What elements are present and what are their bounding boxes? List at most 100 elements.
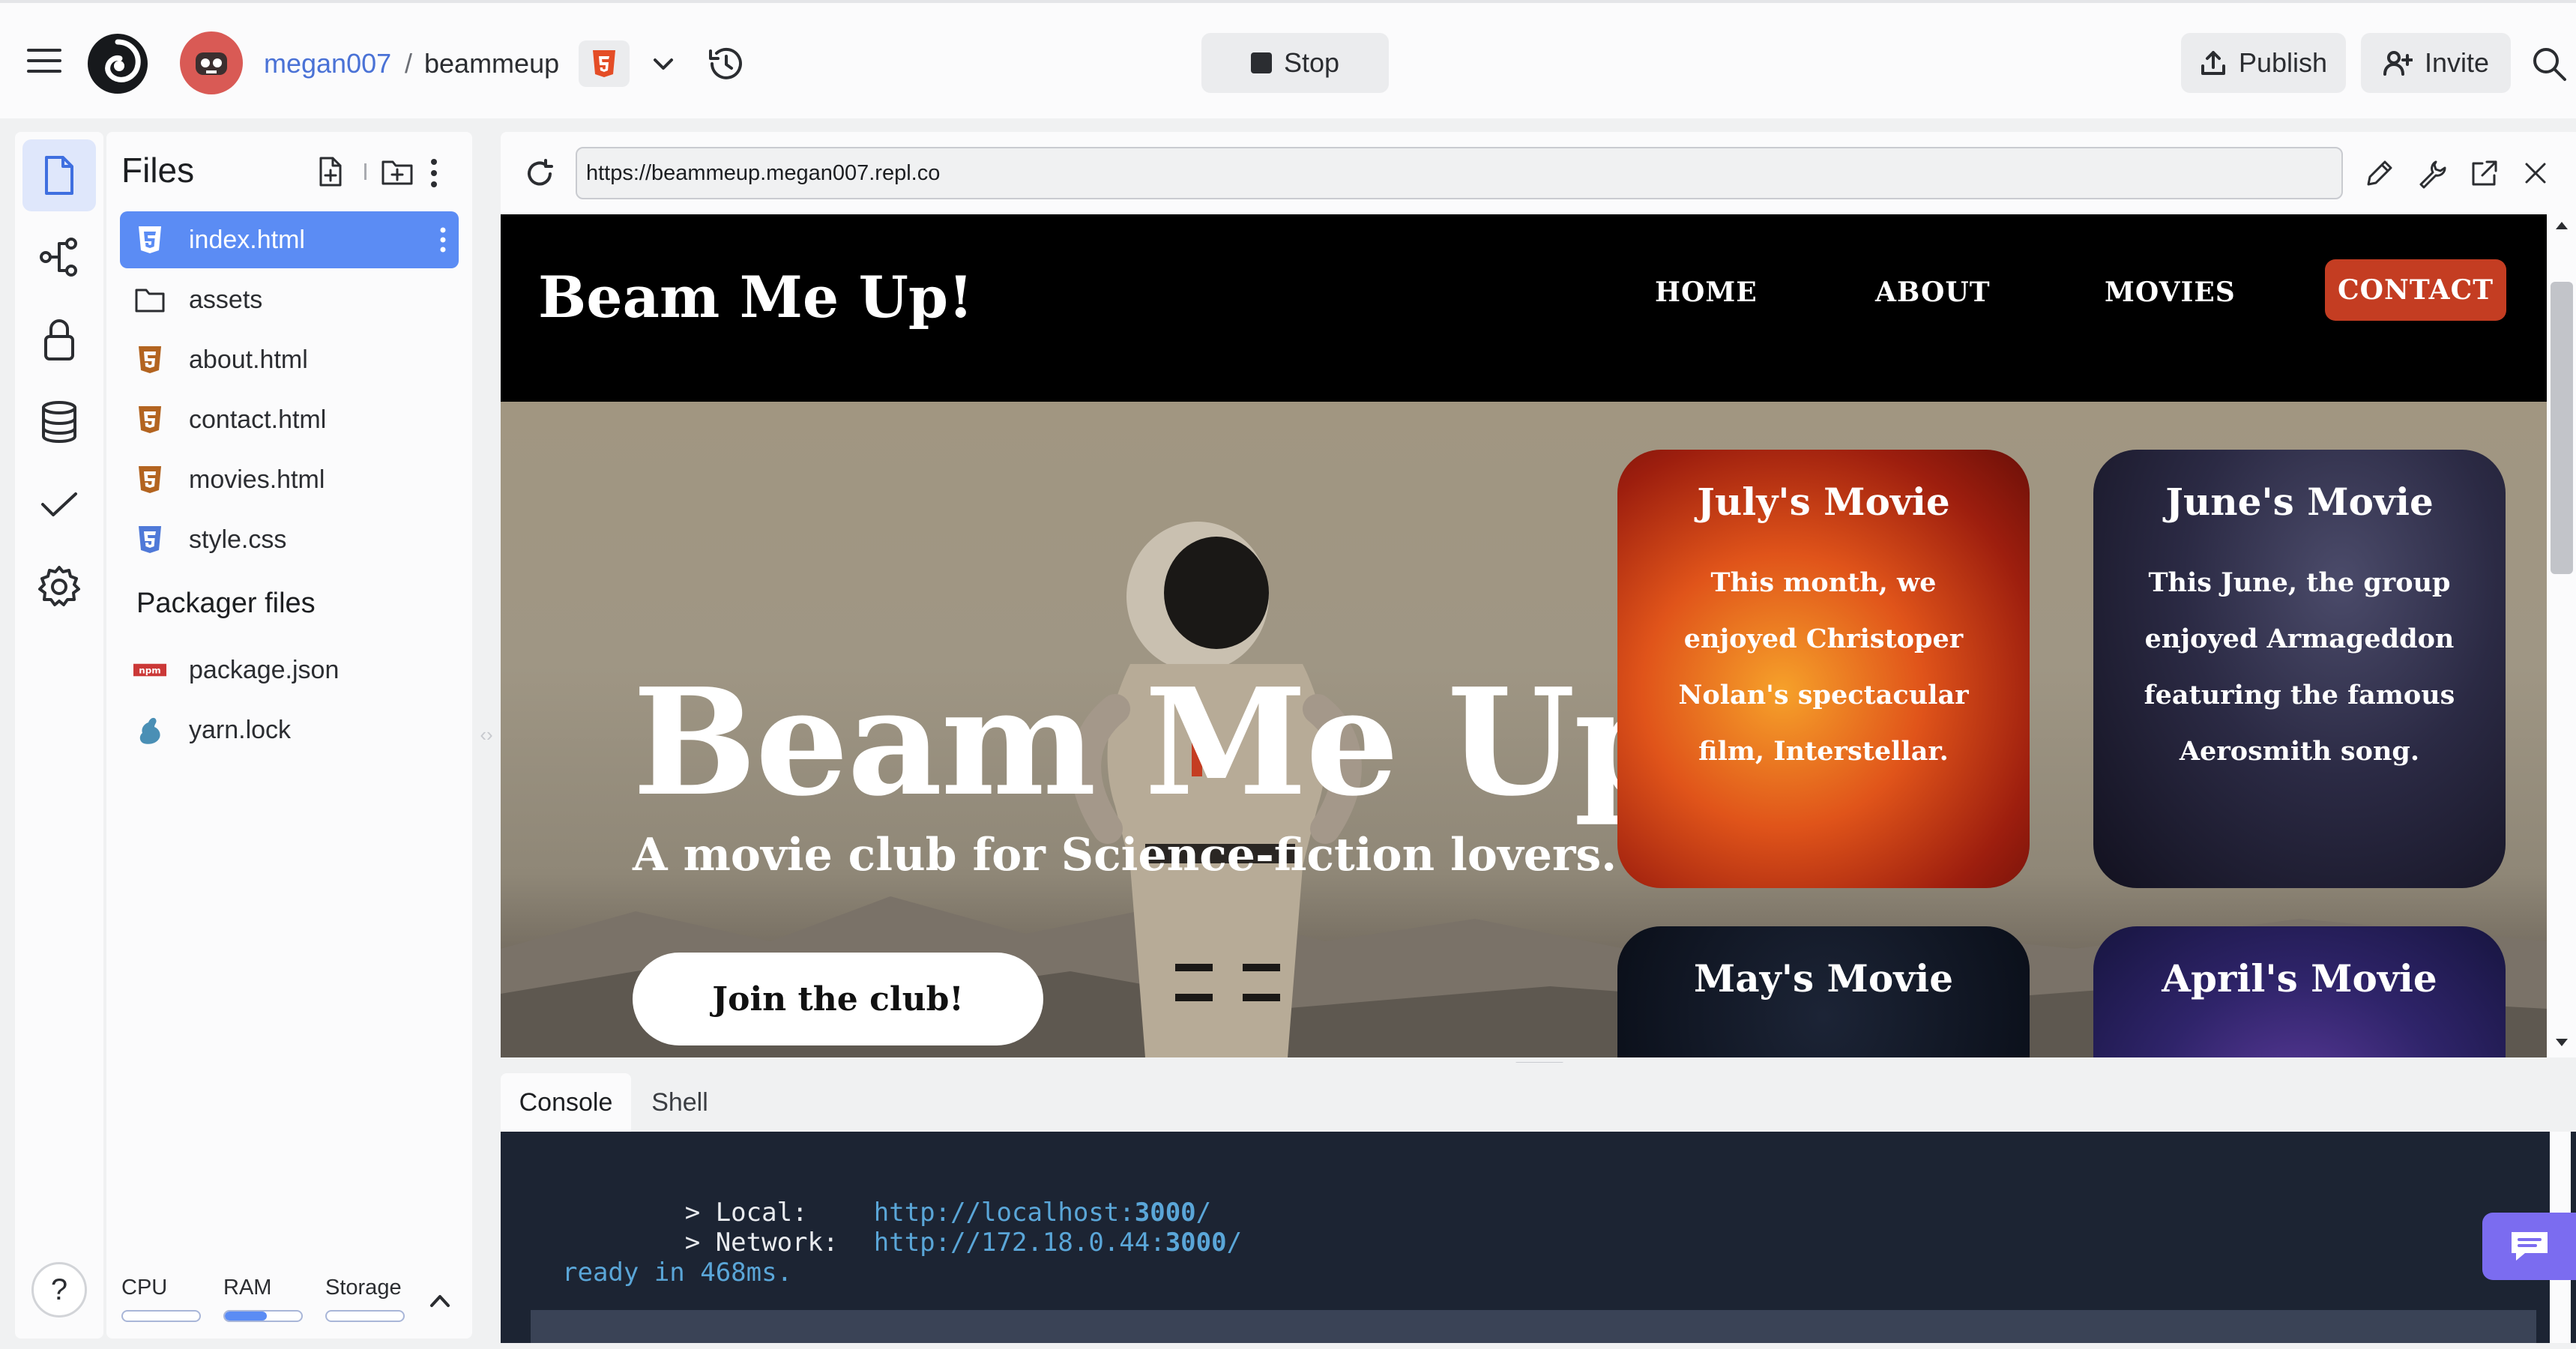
- replit-workspace: megan007 / beammeup Stop Publish Invite: [0, 0, 2576, 1349]
- css3-icon: [133, 523, 166, 556]
- hero-subtitle: A movie club for Science-fiction lovers.: [633, 829, 1617, 881]
- repl-name[interactable]: beammeup: [424, 48, 559, 79]
- network-url-prefix: http://172.18.0.44:: [873, 1228, 1165, 1258]
- files-title: Files: [121, 151, 195, 190]
- card-body-line: This month, we: [1710, 567, 1937, 598]
- nav-contact-button[interactable]: CONTACT: [2325, 259, 2506, 321]
- file-row-movies-html[interactable]: movies.html: [120, 451, 459, 508]
- chevron-up-icon[interactable]: [429, 1292, 451, 1310]
- card-body-line: Nolan's spectacular: [1678, 680, 1969, 710]
- movie-card-may[interactable]: May's Movie: [1617, 926, 2030, 1057]
- avatar[interactable]: [180, 31, 243, 94]
- help-button[interactable]: ?: [31, 1262, 87, 1318]
- file-row-contact-html[interactable]: contact.html: [120, 391, 459, 448]
- scroll-up-arrow-icon[interactable]: [2556, 222, 2568, 229]
- network-label: > Network:: [684, 1228, 839, 1258]
- file-row-index-html[interactable]: index.html: [120, 211, 459, 268]
- open-new-tab-icon[interactable]: [2469, 157, 2500, 189]
- console-input-line[interactable]: [531, 1310, 2536, 1343]
- devtools-wrench-icon[interactable]: [2416, 157, 2448, 189]
- replit-logo-icon[interactable]: [85, 31, 150, 96]
- scroll-down-arrow-icon[interactable]: [2556, 1039, 2568, 1046]
- file-row-assets[interactable]: assets: [120, 271, 459, 328]
- cpu-label: CPU: [121, 1276, 168, 1300]
- search-icon[interactable]: [2530, 45, 2568, 82]
- menu-icon[interactable]: [25, 46, 63, 75]
- checkmark-icon[interactable]: [36, 481, 82, 528]
- file-row-package-json[interactable]: npm package.json: [120, 642, 459, 698]
- join-club-button[interactable]: Join the club!: [633, 953, 1043, 1045]
- hero-title: Beam Me Up!: [633, 657, 1740, 829]
- lock-icon[interactable]: [36, 316, 82, 363]
- site-logo[interactable]: Beam Me Up!: [538, 264, 973, 331]
- hero-section: Beam Me Up! A movie club for Science-fic…: [501, 402, 2547, 1057]
- help-icon: ?: [50, 1273, 68, 1306]
- file-name: style.css: [189, 525, 287, 554]
- panel-resize-handle[interactable]: ‹›: [472, 719, 501, 749]
- chevron-down-icon[interactable]: [651, 52, 676, 75]
- url-input[interactable]: https://beammeup.megan007.repl.co: [576, 147, 2343, 199]
- html5-language-icon[interactable]: [579, 40, 630, 87]
- settings-gear-icon[interactable]: [36, 564, 82, 610]
- history-icon[interactable]: [706, 45, 746, 82]
- file-row-about-html[interactable]: about.html: [120, 331, 459, 388]
- file-row-yarn-lock[interactable]: yarn.lock: [120, 701, 459, 758]
- nav-home[interactable]: HOME: [1655, 277, 1758, 308]
- more-options-icon[interactable]: [429, 157, 439, 189]
- publish-button[interactable]: Publish: [2181, 33, 2346, 93]
- stop-label: Stop: [1283, 47, 1340, 78]
- storage-meter: [325, 1310, 405, 1322]
- chat-button[interactable]: [2482, 1213, 2576, 1280]
- git-branch-icon[interactable]: [36, 234, 82, 280]
- file-name: package.json: [189, 655, 340, 684]
- files-panel: Files index.html assets about.html conta…: [106, 132, 472, 1339]
- svg-text:npm: npm: [139, 666, 160, 676]
- upload-icon: [2201, 51, 2225, 75]
- publish-label: Publish: [2238, 47, 2328, 78]
- storage-label: Storage: [325, 1276, 402, 1300]
- console-line-ready: ready in 468ms.: [562, 1258, 793, 1288]
- owner-link[interactable]: megan007: [264, 48, 391, 79]
- ram-meter: [223, 1310, 303, 1322]
- html5-icon: [133, 343, 166, 376]
- card-body-line: enjoyed Christoper: [1683, 624, 1964, 654]
- console-output[interactable]: > Local: http://localhost:3000/ > Network…: [501, 1132, 2576, 1343]
- tab-label: Shell: [651, 1087, 708, 1117]
- tab-console[interactable]: Console: [501, 1073, 631, 1132]
- file-name: contact.html: [189, 405, 327, 434]
- chat-icon: [2511, 1232, 2548, 1261]
- yarn-icon: [133, 713, 166, 746]
- card-body-line: Aerosmith song.: [2179, 736, 2420, 767]
- movie-card-june[interactable]: June's Movie This June, the group enjoye…: [2093, 450, 2506, 888]
- edit-pencil-icon[interactable]: [2364, 157, 2395, 189]
- new-folder-icon[interactable]: [381, 157, 414, 186]
- database-icon[interactable]: [36, 399, 82, 445]
- network-url[interactable]: http://172.18.0.44:3000/: [874, 1228, 1242, 1258]
- card-title: May's Movie: [1693, 956, 1954, 1001]
- site-header: Beam Me Up! HOME ABOUT MOVIES CONTACT: [501, 214, 2547, 402]
- close-icon[interactable]: [2521, 159, 2550, 187]
- preview-scrollbar[interactable]: [2547, 214, 2576, 1057]
- nav-about[interactable]: ABOUT: [1875, 277, 1991, 308]
- scrollbar-thumb[interactable]: [2551, 282, 2573, 574]
- html5-icon: [133, 463, 166, 496]
- file-row-style-css[interactable]: style.css: [120, 511, 459, 568]
- row-more-icon[interactable]: [439, 226, 447, 253]
- webview-pane: https://beammeup.megan007.repl.co Beam M…: [501, 132, 2576, 1057]
- stop-button[interactable]: Stop: [1201, 33, 1389, 93]
- file-name: index.html: [189, 225, 305, 254]
- new-file-icon[interactable]: [316, 156, 345, 187]
- files-tool-button[interactable]: [22, 139, 96, 211]
- folder-icon: [133, 283, 166, 316]
- top-bar: megan007 / beammeup Stop Publish Invite: [0, 0, 2576, 118]
- movie-card-july[interactable]: July's Movie This month, we enjoyed Chri…: [1617, 450, 2030, 888]
- website-preview: Beam Me Up! HOME ABOUT MOVIES CONTACT Be…: [501, 214, 2547, 1057]
- network-url-suffix: /: [1226, 1228, 1243, 1258]
- tab-shell[interactable]: Shell: [631, 1073, 729, 1132]
- reload-icon[interactable]: [523, 157, 556, 190]
- url-text: https://beammeup.megan007.repl.co: [586, 160, 941, 185]
- add-user-icon: [2383, 51, 2413, 76]
- invite-button[interactable]: Invite: [2361, 33, 2511, 93]
- nav-movies[interactable]: MOVIES: [2105, 277, 2236, 308]
- movie-card-april[interactable]: April's Movie: [2093, 926, 2506, 1057]
